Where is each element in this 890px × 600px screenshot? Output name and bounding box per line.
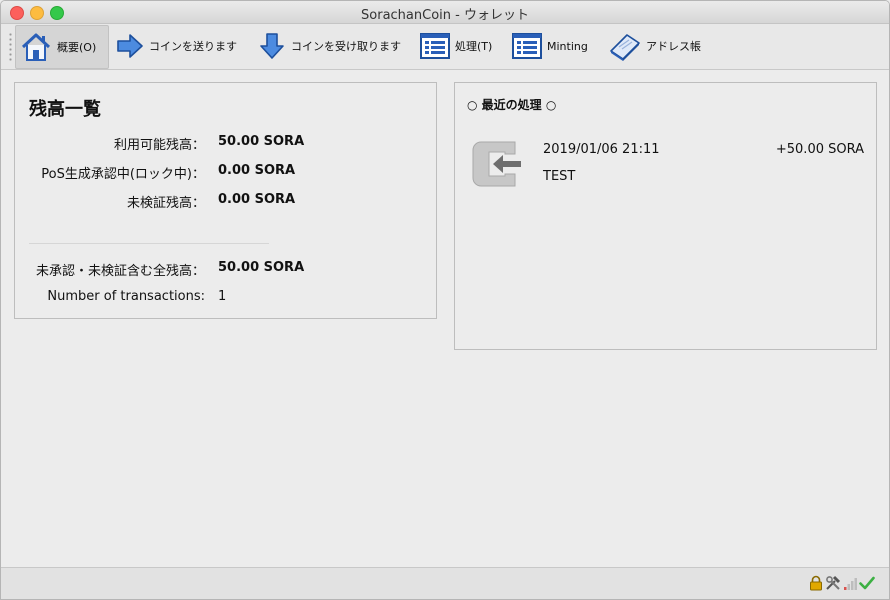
pos-locked-value: 0.00 SORA xyxy=(218,163,296,178)
lock-icon xyxy=(810,575,822,591)
tab-minting[interactable]: Minting xyxy=(511,25,588,67)
title-bar: SorachanCoin - ウォレット xyxy=(1,1,889,24)
balance-divider xyxy=(29,243,269,244)
book-icon xyxy=(610,34,640,61)
total-balance-value: 50.00 SORA xyxy=(218,260,305,275)
tab-receive-coins[interactable]: コインを受け取ります xyxy=(257,25,401,67)
recent-transactions-panel: ○ 最近の処理 ○ 2019/01/06 21:11 +50.00 SORA T… xyxy=(454,82,877,350)
status-bar xyxy=(1,567,889,599)
tab-overview[interactable]: 概要(O) xyxy=(15,25,109,69)
main-window: SorachanCoin - ウォレット 概要(O) コインを送ります コインを… xyxy=(0,0,890,600)
signal-icon xyxy=(844,578,857,590)
tx-amount: +50.00 SORA xyxy=(775,142,864,157)
tab-transactions-label: 処理(T) xyxy=(455,40,493,53)
balance-heading: 残高一覧 xyxy=(29,99,101,120)
tab-send-coins-label: コインを送ります xyxy=(149,40,237,53)
tx-label: TEST xyxy=(543,169,576,184)
tx-count-label: Number of transactions: xyxy=(47,289,205,304)
arrow-right-icon xyxy=(117,34,143,58)
tab-overview-label: 概要(O) xyxy=(57,41,97,54)
list-icon xyxy=(512,33,542,59)
home-icon xyxy=(21,33,51,61)
total-balance-label: 未承認・未検証含む全残高： xyxy=(35,264,205,279)
receive-icon xyxy=(472,141,521,187)
arrow-down-icon xyxy=(260,33,284,59)
toolbar: 概要(O) コインを送ります コインを受け取ります 処理(T) Minting … xyxy=(1,24,889,70)
tab-address-book[interactable]: アドレス帳 xyxy=(608,25,701,67)
available-balance-label: 利用可能残高： xyxy=(113,138,205,153)
tx-count-value: 1 xyxy=(218,289,227,304)
tx-datetime: 2019/01/06 21:11 xyxy=(543,142,660,157)
check-icon xyxy=(859,576,875,590)
window-title: SorachanCoin - ウォレット xyxy=(361,8,529,23)
balance-panel: 残高一覧 利用可能残高： 50.00 SORA PoS生成承認中(ロック中)： … xyxy=(14,82,437,319)
recent-transactions-heading: ○ 最近の処理 ○ xyxy=(467,98,557,112)
tab-receive-coins-label: コインを受け取ります xyxy=(291,40,401,53)
tab-send-coins[interactable]: コインを送ります xyxy=(115,25,237,67)
toolbar-grip[interactable] xyxy=(9,32,12,62)
list-icon xyxy=(420,33,450,59)
tab-address-book-label: アドレス帳 xyxy=(646,40,701,53)
available-balance-value: 50.00 SORA xyxy=(218,134,305,149)
tools-icon xyxy=(826,575,841,590)
unconfirmed-balance-value: 0.00 SORA xyxy=(218,192,296,207)
tab-minting-label: Minting xyxy=(547,39,588,53)
tab-transactions[interactable]: 処理(T) xyxy=(419,25,492,67)
unconfirmed-balance-label: 未検証残高： xyxy=(126,196,205,211)
pos-locked-label: PoS生成承認中(ロック中)： xyxy=(41,167,205,182)
